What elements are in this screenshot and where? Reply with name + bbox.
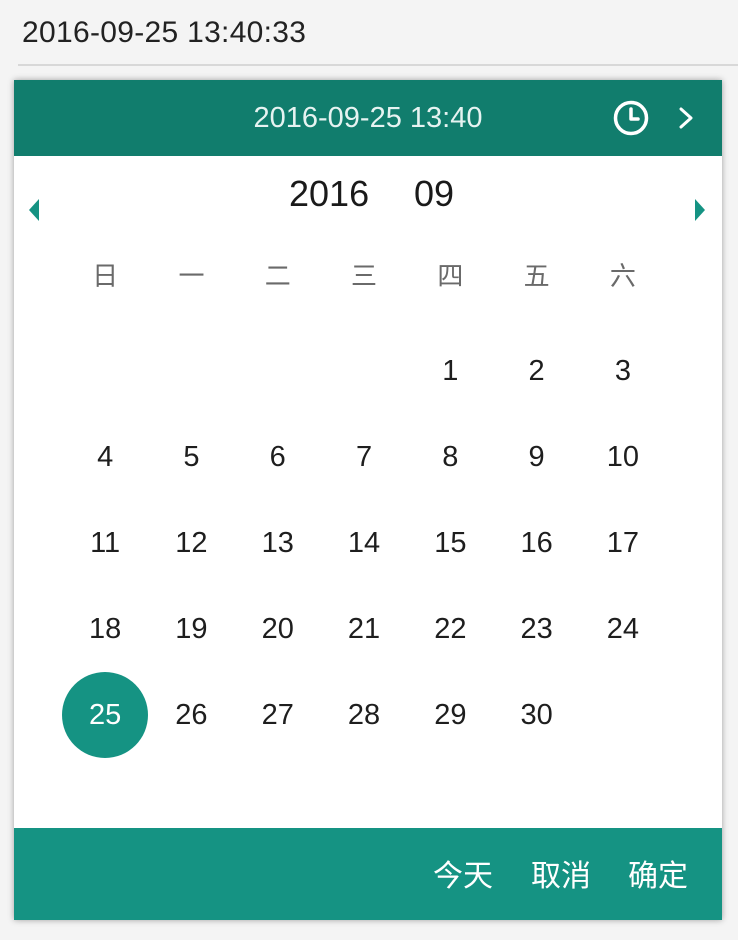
- day-cell[interactable]: 8: [407, 414, 493, 500]
- day-number: 27: [261, 699, 294, 731]
- datetime-picker: 2016-09-25 13:40 2016 09 日 一 二 三 四 五 六 1…: [14, 80, 722, 920]
- empty-day-cell: [62, 328, 148, 414]
- day-number: 29: [434, 699, 467, 731]
- day-number: 15: [434, 527, 467, 559]
- day-cell[interactable]: 22: [407, 586, 493, 672]
- day-number: 12: [175, 527, 208, 559]
- datetime-input-row: [18, 0, 738, 66]
- weekday-label: 五: [523, 262, 550, 292]
- triangle-left-icon[interactable]: [26, 197, 42, 223]
- empty-day-cell: [235, 328, 321, 414]
- weekday-header: 日 一 二 三 四 五 六: [62, 255, 670, 299]
- weekday-label: 日: [92, 262, 119, 292]
- datetime-input[interactable]: [18, 0, 622, 66]
- cancel-button[interactable]: 取消: [531, 828, 591, 926]
- day-number: 9: [528, 441, 545, 473]
- day-number: 20: [261, 613, 294, 645]
- weekday-label: 二: [264, 262, 291, 292]
- day-cell[interactable]: 10: [580, 414, 666, 500]
- day-cell[interactable]: 5: [148, 414, 234, 500]
- day-cell-selected[interactable]: 25: [62, 672, 149, 758]
- day-number: 19: [175, 613, 208, 645]
- day-number: 6: [269, 441, 286, 473]
- weekday-label: 三: [351, 262, 378, 292]
- day-cell[interactable]: 7: [321, 414, 407, 500]
- clock-icon[interactable]: [611, 98, 651, 138]
- day-number: 14: [347, 527, 381, 559]
- empty-day-cell: [148, 328, 234, 414]
- day-number: 22: [434, 613, 467, 645]
- day-cell[interactable]: 11: [62, 500, 148, 586]
- day-cell[interactable]: 18: [62, 586, 148, 672]
- chevron-right-icon[interactable]: [672, 102, 700, 134]
- empty-day-cell: [321, 328, 407, 414]
- day-number: 10: [606, 441, 640, 473]
- day-cell[interactable]: 9: [493, 414, 579, 500]
- day-cell[interactable]: 1: [407, 328, 493, 414]
- day-cell[interactable]: 4: [62, 414, 148, 500]
- day-number: 30: [520, 699, 553, 731]
- day-number: 17: [606, 527, 640, 559]
- day-cell[interactable]: 26: [148, 672, 234, 758]
- day-cell[interactable]: 21: [321, 586, 407, 672]
- day-number: 11: [90, 527, 121, 559]
- day-cell[interactable]: 16: [493, 500, 579, 586]
- day-cell[interactable]: 27: [235, 672, 321, 758]
- day-cell[interactable]: 2: [493, 328, 579, 414]
- day-cell[interactable]: 24: [580, 586, 666, 672]
- day-number: 13: [261, 527, 294, 559]
- day-cell[interactable]: 6: [235, 414, 321, 500]
- picker-header: 2016-09-25 13:40: [14, 80, 722, 156]
- day-cell[interactable]: 30: [493, 672, 579, 758]
- day-number: 5: [183, 441, 200, 473]
- day-cell[interactable]: 23: [493, 586, 579, 672]
- weekday-label: 一: [178, 262, 205, 292]
- triangle-right-icon[interactable]: [692, 197, 708, 223]
- day-number: 25: [62, 672, 149, 758]
- day-number: 3: [614, 355, 631, 387]
- weekday-label: 六: [609, 262, 636, 292]
- day-cell[interactable]: 28: [321, 672, 407, 758]
- day-number: 24: [606, 613, 640, 645]
- day-number: 2: [528, 355, 545, 387]
- day-number: 8: [442, 441, 459, 473]
- day-cell[interactable]: 29: [407, 672, 493, 758]
- day-number: 18: [89, 613, 122, 645]
- day-cell[interactable]: 17: [580, 500, 666, 586]
- day-number: 4: [97, 441, 114, 473]
- day-cell[interactable]: 13: [235, 500, 321, 586]
- day-number: 21: [347, 613, 381, 645]
- day-cell[interactable]: 20: [235, 586, 321, 672]
- today-button[interactable]: 今天: [433, 828, 493, 926]
- day-number: 1: [442, 355, 459, 387]
- day-number: 28: [347, 699, 381, 731]
- picker-footer: 今天 取消 确定: [14, 828, 722, 920]
- day-cell[interactable]: 15: [407, 500, 493, 586]
- day-cell[interactable]: 14: [321, 500, 407, 586]
- month-selector[interactable]: 09: [414, 172, 454, 216]
- day-cell[interactable]: 3: [580, 328, 666, 414]
- days-grid: 1 2 3 4 5 6 7 8 9 10 11 12 13 14 15 16 17 18 19 20 21 22 23 24 2…: [62, 328, 670, 758]
- day-number: 23: [520, 613, 553, 645]
- year-selector[interactable]: 2016: [289, 172, 369, 216]
- confirm-button[interactable]: 确定: [628, 828, 688, 926]
- day-number: 16: [520, 527, 553, 559]
- weekday-label: 四: [437, 262, 464, 292]
- day-cell[interactable]: 12: [148, 500, 234, 586]
- day-number: 7: [355, 441, 373, 473]
- day-number: 26: [175, 699, 208, 731]
- day-cell[interactable]: 19: [148, 586, 234, 672]
